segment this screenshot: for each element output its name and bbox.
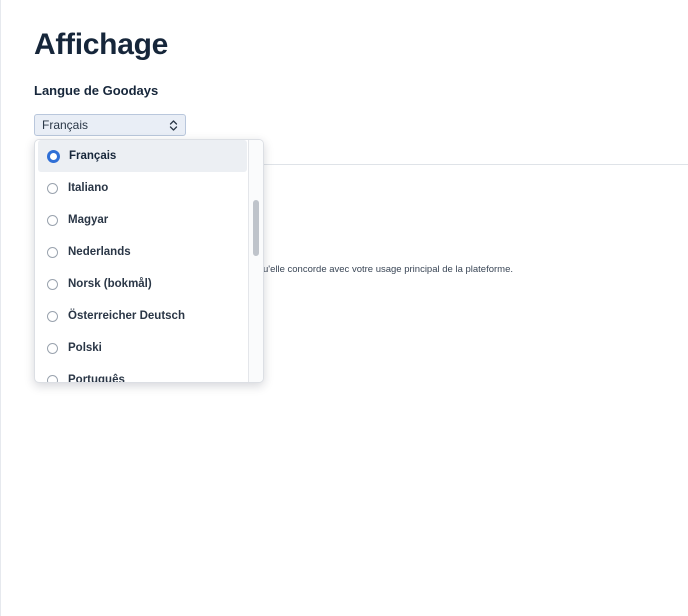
section-divider <box>263 164 688 165</box>
language-select-value: Français <box>42 118 89 132</box>
language-select[interactable]: Français <box>34 114 186 136</box>
option-label: Polski <box>68 342 102 354</box>
radio-icon <box>47 342 58 354</box>
radio-icon <box>47 246 58 258</box>
option-label: Italiano <box>68 182 109 194</box>
radio-icon <box>47 278 58 290</box>
language-section-label: Langue de Goodays <box>34 83 159 98</box>
radio-icon <box>47 214 58 226</box>
dropdown-scrollbar[interactable] <box>248 140 263 382</box>
radio-icon <box>47 182 58 194</box>
language-option-italiano[interactable]: Italiano <box>35 172 249 204</box>
language-option-francais[interactable]: Français <box>38 140 247 172</box>
radio-icon <box>47 310 58 322</box>
language-dropdown[interactable]: Français Italiano Magyar Nederlands Nors… <box>34 139 264 383</box>
option-label: Português <box>68 374 125 382</box>
language-option-magyar[interactable]: Magyar <box>35 204 249 236</box>
language-option-norsk[interactable]: Norsk (bokmål) <box>35 268 249 300</box>
language-hint-text: u'elle concorde avec votre usage princip… <box>263 264 514 275</box>
option-label: Français <box>69 150 117 162</box>
radio-icon <box>47 374 58 382</box>
radio-selected-icon <box>47 149 60 163</box>
scrollbar-thumb[interactable] <box>253 200 259 256</box>
option-label: Magyar <box>68 214 109 226</box>
option-label: Norsk (bokmål) <box>68 278 152 290</box>
language-option-polski[interactable]: Polski <box>35 332 249 364</box>
language-option-portugues[interactable]: Português <box>35 364 249 382</box>
page-title: Affichage <box>34 28 168 61</box>
option-label: Nederlands <box>68 246 131 258</box>
language-option-nederlands[interactable]: Nederlands <box>35 236 249 268</box>
chevron-up-down-icon <box>168 118 178 132</box>
language-option-osterreicher-deutsch[interactable]: Österreicher Deutsch <box>35 300 249 332</box>
option-label: Österreicher Deutsch <box>68 310 185 322</box>
language-options-list: Français Italiano Magyar Nederlands Nors… <box>35 140 249 382</box>
display-settings-page: Affichage Langue de Goodays Français u'e… <box>0 0 688 616</box>
